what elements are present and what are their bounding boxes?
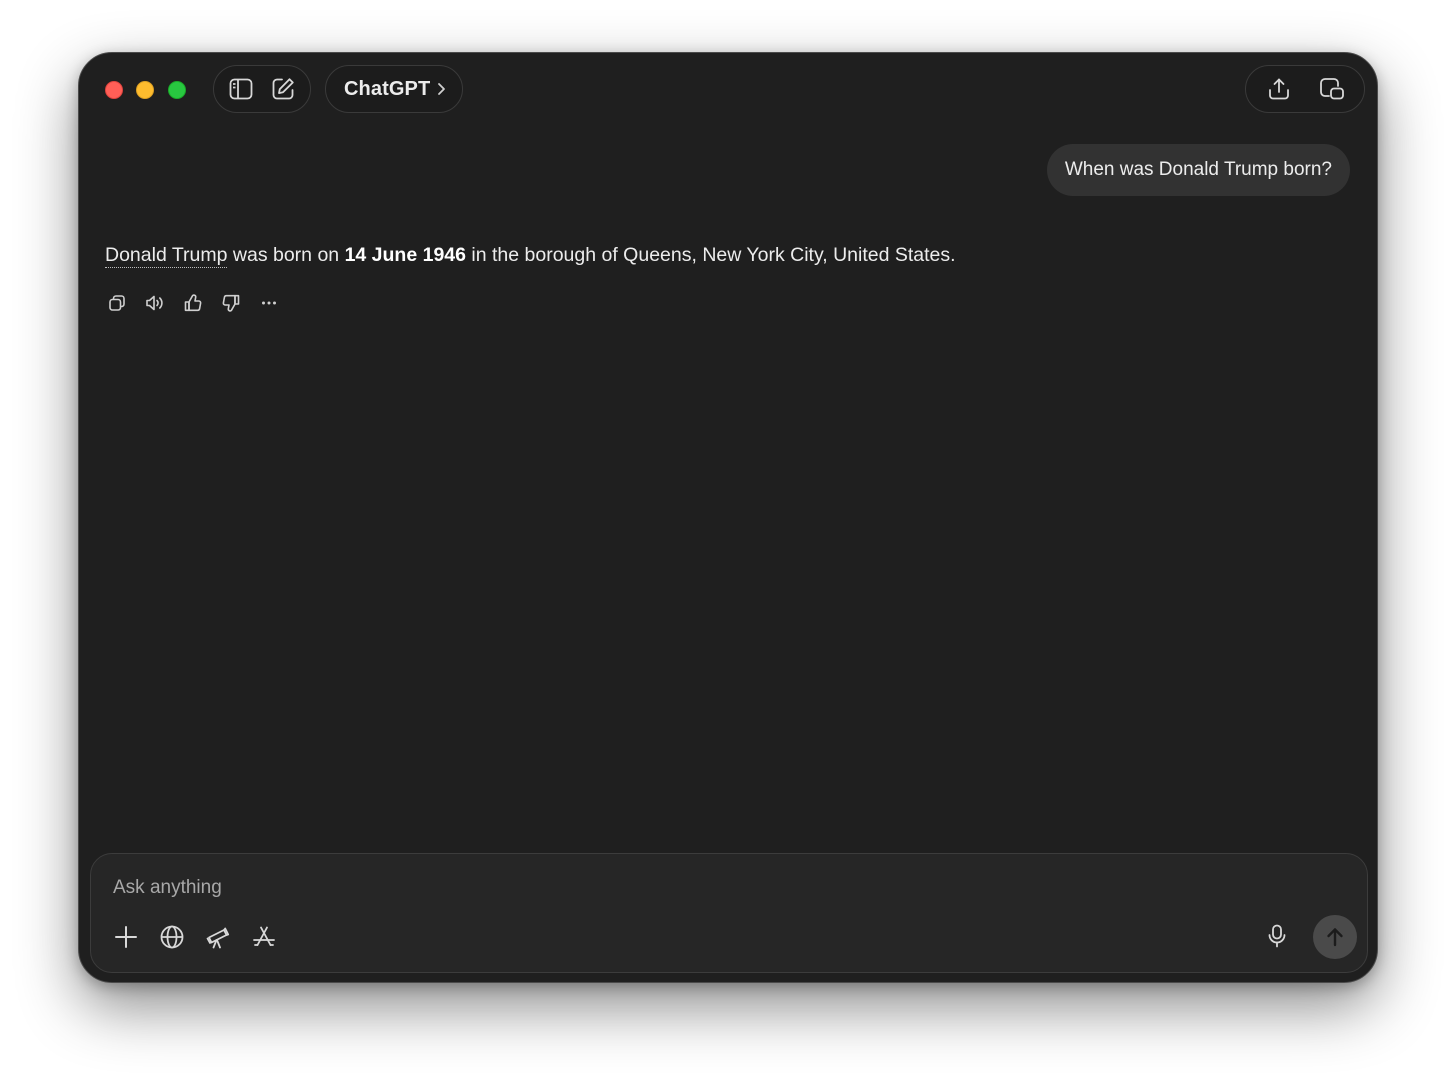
more-icon[interactable] xyxy=(255,289,283,317)
message-actions xyxy=(103,289,283,317)
app-store-icon[interactable] xyxy=(247,920,281,954)
composer xyxy=(90,853,1368,973)
chevron-right-icon xyxy=(436,81,446,97)
send-button[interactable] xyxy=(1313,915,1357,959)
arrow-up-icon xyxy=(1327,928,1343,947)
close-window-button[interactable] xyxy=(105,81,123,99)
thumbs-down-icon[interactable] xyxy=(217,289,245,317)
telescope-icon[interactable] xyxy=(201,920,235,954)
maximize-window-button[interactable] xyxy=(168,81,186,99)
thumbs-up-icon[interactable] xyxy=(179,289,207,317)
model-title: ChatGPT xyxy=(344,77,431,100)
composer-tools xyxy=(109,920,281,954)
share-icon[interactable] xyxy=(1263,73,1295,105)
read-aloud-icon[interactable] xyxy=(141,289,169,317)
model-selector-button[interactable]: ChatGPT xyxy=(325,65,463,113)
globe-icon[interactable] xyxy=(155,920,189,954)
plus-icon[interactable] xyxy=(109,920,143,954)
sidebar-toggle-icon[interactable] xyxy=(225,73,257,105)
new-chat-icon[interactable] xyxy=(267,73,299,105)
assistant-bold-date: 14 June 1946 xyxy=(344,244,466,266)
window-popout-icon[interactable] xyxy=(1316,73,1348,105)
minimize-window-button[interactable] xyxy=(136,81,154,99)
sidebar-toolbar-group xyxy=(213,65,311,113)
assistant-message: Donald Trump was born on 14 June 1946 in… xyxy=(105,241,956,269)
share-toolbar-group xyxy=(1245,65,1365,113)
user-message-bubble: When was Donald Trump born? xyxy=(1046,144,1350,196)
message-input[interactable] xyxy=(111,870,1215,906)
user-message-text: When was Donald Trump born? xyxy=(1064,159,1332,180)
microphone-icon[interactable] xyxy=(1261,920,1293,952)
assistant-text-part: was born on xyxy=(227,244,345,266)
copy-icon[interactable] xyxy=(103,289,131,317)
chatgpt-window: ChatGPT When was Donald Trump born? Dona… xyxy=(78,52,1378,983)
entity-link[interactable]: Donald Trump xyxy=(105,244,228,268)
assistant-text-part: in the borough of Queens, New York City,… xyxy=(465,244,956,266)
